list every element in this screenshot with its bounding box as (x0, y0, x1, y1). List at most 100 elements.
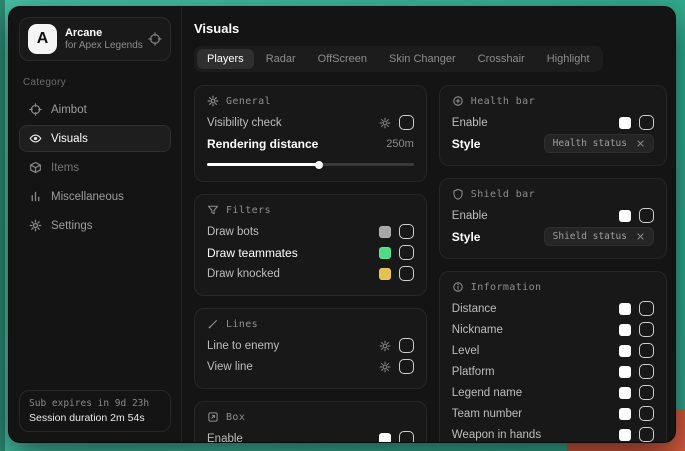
color-swatch[interactable] (379, 226, 391, 238)
desktop-background: A Arcane for Apex Legends Category Aimbo… (0, 0, 685, 451)
health-enable-checkbox[interactable] (639, 115, 654, 130)
sub-expires-text: Sub expires in 9d 23h (29, 398, 161, 409)
sidebar-item-items[interactable]: Items (19, 154, 171, 181)
gear-icon (29, 219, 42, 232)
setting-label: Team number (452, 408, 522, 420)
draw-teammates-checkbox[interactable] (399, 245, 414, 260)
box-enable-checkbox[interactable] (399, 431, 414, 442)
line-to-enemy-checkbox[interactable] (399, 338, 414, 353)
setting-label: Style (452, 230, 481, 244)
weapon-in-hands-checkbox[interactable] (639, 427, 654, 442)
color-swatch[interactable] (619, 408, 631, 420)
crosshair-icon (29, 103, 42, 116)
section-general: General Visibility check Rendering di (194, 85, 427, 182)
color-swatch[interactable] (379, 268, 391, 280)
color-swatch[interactable] (619, 387, 631, 399)
section-title: Box (226, 412, 245, 423)
rendering-distance-slider[interactable] (207, 163, 414, 166)
draw-knocked-checkbox[interactable] (399, 266, 414, 281)
tab-offscreen[interactable]: OffScreen (308, 49, 377, 69)
setting-row-shield-enable: Enable (452, 205, 654, 226)
health-style-select[interactable]: Health status (544, 134, 654, 153)
distance-checkbox[interactable] (639, 301, 654, 316)
setting-row-line-to-enemy: Line to enemy (207, 335, 414, 356)
shield-enable-checkbox[interactable] (639, 208, 654, 223)
section-header: General (207, 95, 414, 107)
section-header: Filters (207, 204, 414, 216)
section-header: Health bar (452, 95, 654, 107)
section-title: Health bar (471, 96, 535, 107)
nickname-checkbox[interactable] (639, 322, 654, 337)
app-logo: A (28, 24, 57, 54)
section-header: Box (207, 411, 414, 423)
section-filters: Filters Draw bots Draw teammates (194, 194, 427, 296)
setting-label: Rendering distance (207, 137, 318, 151)
target-icon[interactable] (148, 32, 162, 46)
session-duration-text: Session duration 2m 54s (29, 412, 161, 424)
color-swatch[interactable] (619, 210, 631, 222)
box-icon (207, 411, 219, 423)
setting-label: Legend name (452, 387, 522, 399)
background-shade (0, 0, 5, 451)
color-swatch[interactable] (619, 117, 631, 129)
tab-players[interactable]: Players (197, 49, 254, 69)
sidebar-item-miscellaneous[interactable]: Miscellaneous (19, 183, 171, 210)
tab-highlight[interactable]: Highlight (537, 49, 600, 69)
setting-row-nickname: Nickname (452, 319, 654, 340)
close-icon[interactable] (636, 232, 645, 241)
section-header: Shield bar (452, 188, 654, 200)
slider-thumb[interactable] (315, 161, 323, 169)
sidebar-item-aimbot[interactable]: Aimbot (19, 96, 171, 123)
setting-label: Level (452, 345, 480, 357)
setting-label: Visibility check (207, 117, 282, 129)
color-swatch[interactable] (619, 303, 631, 315)
close-icon[interactable] (636, 139, 645, 148)
setting-label: Weapon in hands (452, 429, 541, 441)
color-swatch[interactable] (379, 247, 391, 259)
setting-label: Distance (452, 303, 497, 315)
visibility-check-checkbox[interactable] (399, 115, 414, 130)
sidebar-item-label: Items (51, 162, 79, 174)
category-label: Category (23, 77, 167, 88)
sidebar-item-label: Miscellaneous (51, 191, 124, 203)
tab-radar[interactable]: Radar (256, 49, 306, 69)
setting-label: Nickname (452, 324, 503, 336)
team-number-checkbox[interactable] (639, 406, 654, 421)
color-swatch[interactable] (379, 433, 391, 443)
sidebar-item-visuals[interactable]: Visuals (19, 125, 171, 152)
gear-icon[interactable] (379, 117, 391, 129)
setting-row-draw-knocked: Draw knocked (207, 263, 414, 284)
draw-bots-checkbox[interactable] (399, 224, 414, 239)
color-swatch[interactable] (619, 324, 631, 336)
level-checkbox[interactable] (639, 343, 654, 358)
setting-row-box-enable: Enable (207, 428, 414, 442)
color-swatch[interactable] (619, 345, 631, 357)
color-swatch[interactable] (619, 429, 631, 441)
left-column: General Visibility check Rendering di (194, 85, 427, 442)
section-header: Information (452, 281, 654, 293)
app-name: Arcane (65, 27, 140, 39)
setting-row-platform: Platform (452, 361, 654, 382)
legend-name-checkbox[interactable] (639, 385, 654, 400)
section-shield-bar: Shield bar Enable Style S (439, 178, 667, 259)
sidebar-item-settings[interactable]: Settings (19, 212, 171, 239)
section-health-bar: Health bar Enable Style H (439, 85, 667, 166)
app-window: A Arcane for Apex Legends Category Aimbo… (8, 6, 676, 443)
setting-label: Enable (452, 117, 488, 129)
gear-icon[interactable] (379, 361, 391, 373)
funnel-icon (207, 204, 219, 216)
view-line-checkbox[interactable] (399, 359, 414, 374)
cube-icon (29, 161, 42, 174)
section-title: Shield bar (471, 189, 535, 200)
shield-style-select[interactable]: Shield status (544, 227, 654, 246)
content-columns: General Visibility check Rendering di (194, 85, 667, 442)
platform-checkbox[interactable] (639, 364, 654, 379)
color-swatch[interactable] (619, 366, 631, 378)
setting-label: Enable (452, 210, 488, 222)
eye-icon (29, 132, 42, 145)
tab-skin-changer[interactable]: Skin Changer (379, 49, 466, 69)
tab-crosshair[interactable]: Crosshair (468, 49, 535, 69)
section-title: General (226, 96, 271, 107)
gear-icon[interactable] (379, 340, 391, 352)
setting-label: Draw bots (207, 226, 259, 238)
